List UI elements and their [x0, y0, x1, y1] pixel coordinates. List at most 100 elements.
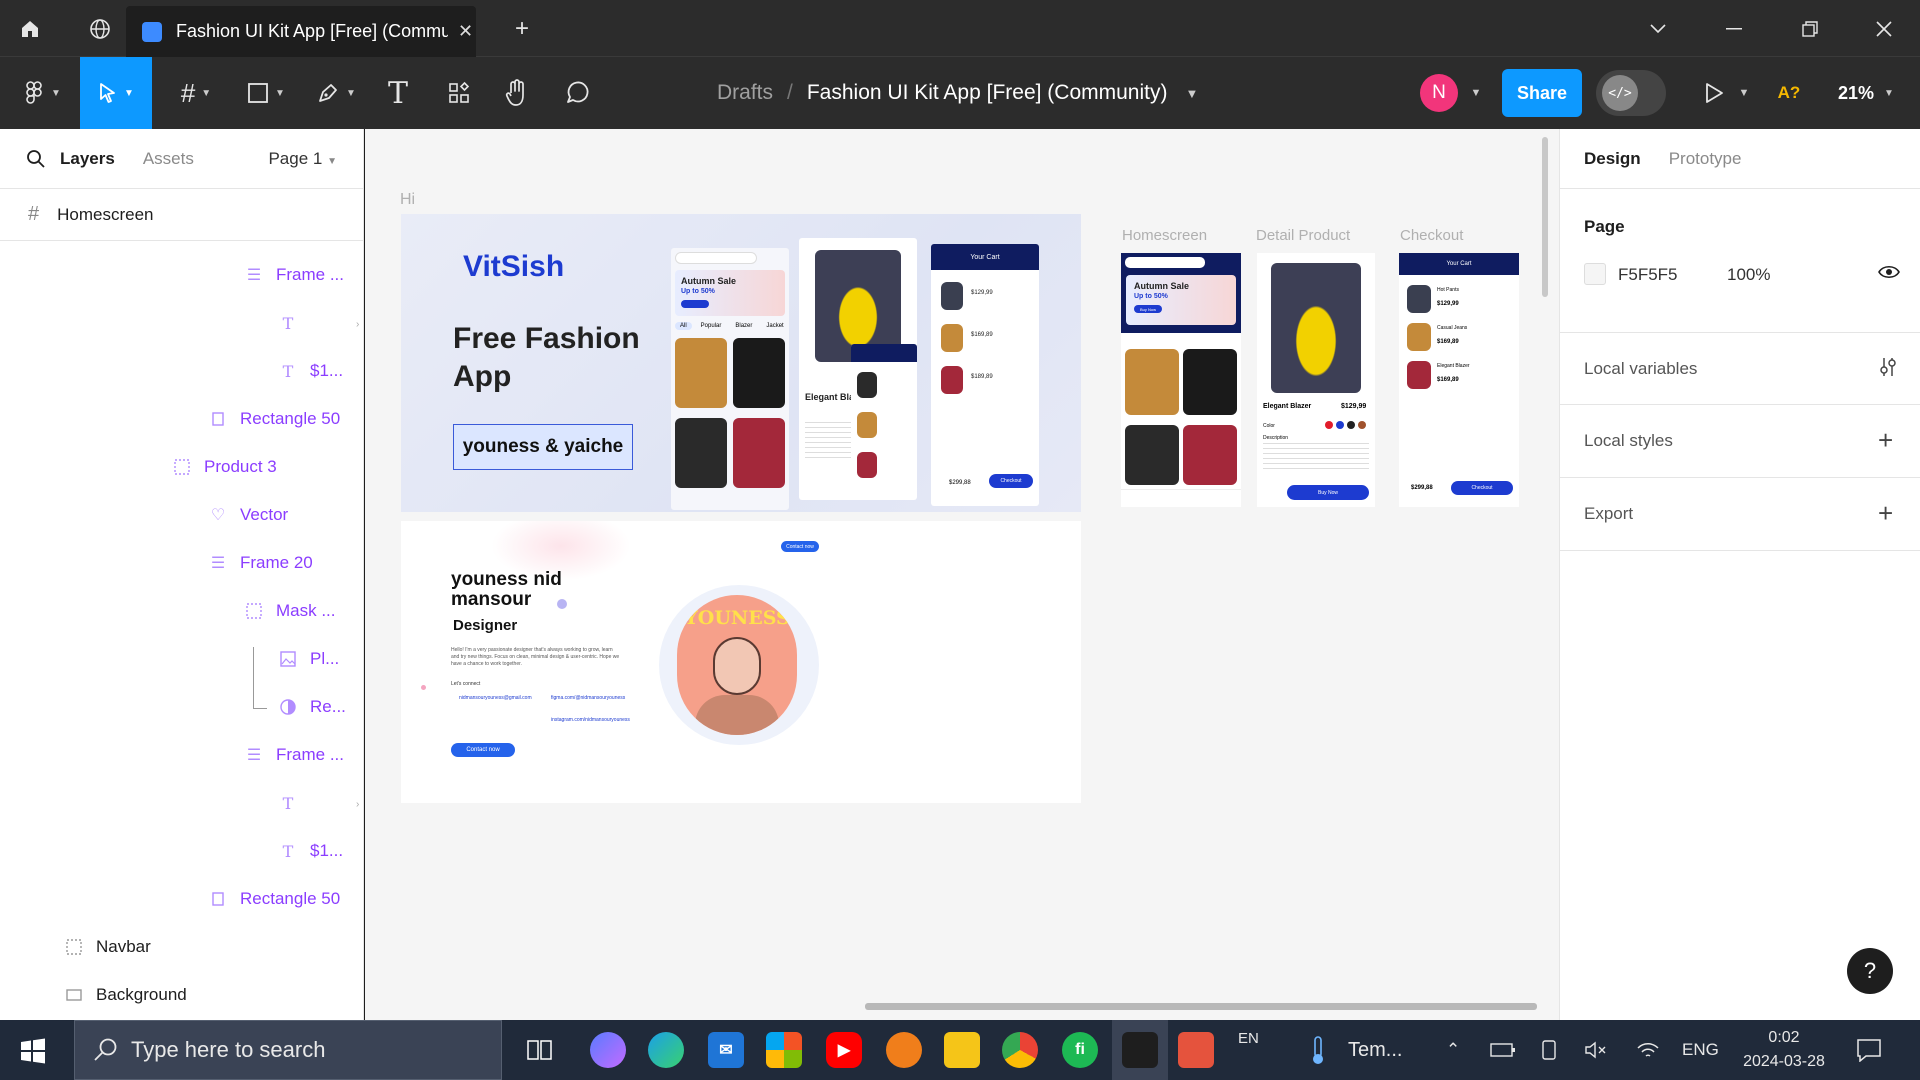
frame-label-hi[interactable]: Hi	[400, 191, 415, 209]
resources-button[interactable]	[440, 57, 478, 129]
volume-muted-icon[interactable]	[1584, 1020, 1608, 1080]
language-indicator[interactable]: ENG	[1682, 1020, 1719, 1080]
layer-row[interactable]: T $1...	[280, 347, 343, 395]
comment-tool-button[interactable]	[558, 57, 596, 129]
mail-icon[interactable]: ✉	[708, 1032, 744, 1068]
figma-taskbar-active[interactable]	[1112, 1020, 1168, 1080]
layer-row[interactable]: ☰ Frame 20	[210, 539, 313, 587]
canvas-horizontal-scrollbar[interactable]	[865, 1003, 1537, 1010]
layer-row[interactable]: Rectangle 50	[210, 875, 340, 923]
layer-row[interactable]: Product 3	[174, 443, 277, 491]
close-tab-icon[interactable]: ✕	[458, 21, 473, 42]
shape-tool-button[interactable]: ▼	[238, 57, 294, 129]
globe-icon[interactable]	[72, 0, 128, 57]
expand-arrow-icon[interactable]: ›	[356, 799, 359, 810]
new-tab-button[interactable]: +	[500, 0, 544, 57]
frame-label-detail[interactable]: Detail Product	[1256, 227, 1350, 244]
weather-widget[interactable]: Tem...	[1348, 1020, 1402, 1080]
search-icon[interactable]	[26, 149, 46, 169]
wifi-icon[interactable]	[1636, 1020, 1660, 1080]
eye-icon[interactable]	[1878, 263, 1900, 286]
move-tool-button[interactable]: ▼	[80, 57, 152, 129]
dev-mode-toggle[interactable]: </>	[1596, 70, 1666, 116]
youtube-icon[interactable]: ▶	[826, 1032, 862, 1068]
export-section[interactable]: Export +	[1560, 478, 1920, 551]
app-f-icon[interactable]: fi	[1062, 1032, 1098, 1068]
pen-tool-button[interactable]: ▼	[308, 57, 364, 129]
chrome-icon[interactable]	[1002, 1032, 1038, 1068]
plus-icon[interactable]: +	[1878, 498, 1893, 529]
bg-color-swatch[interactable]	[1584, 263, 1606, 285]
detail-frame[interactable]: Elegant Blazer $129,99 Color Description…	[1257, 253, 1375, 507]
vpn-app-icon[interactable]	[886, 1032, 922, 1068]
tab-assets[interactable]: Assets	[143, 149, 194, 169]
present-chevron-icon[interactable]: ▼	[1734, 57, 1754, 129]
expand-arrow-icon[interactable]: ›	[356, 319, 359, 330]
zoom-control[interactable]: 21% ▼	[1838, 57, 1894, 129]
checkout-frame[interactable]: Your Cart Hot Pants $129,99 Casual Jeans…	[1399, 253, 1519, 507]
tab-prototype[interactable]: Prototype	[1669, 149, 1742, 169]
restore-icon[interactable]	[1782, 0, 1838, 57]
snipping-tool-icon[interactable]	[1178, 1032, 1214, 1068]
device-icon[interactable]	[1540, 1020, 1558, 1080]
file-name[interactable]: Fashion UI Kit App [Free] (Community)	[807, 81, 1168, 105]
layer-row[interactable]: T $1...	[280, 827, 343, 875]
layer-row[interactable]: Rectangle 50	[210, 395, 340, 443]
ime-indicator[interactable]: EN	[1238, 1008, 1259, 1068]
sliders-icon[interactable]	[1876, 355, 1900, 384]
layer-row[interactable]: Pl...	[280, 635, 339, 683]
file-explorer-icon[interactable]	[944, 1032, 980, 1068]
main-menu-button[interactable]: ▼	[20, 57, 66, 129]
present-button[interactable]	[1696, 57, 1732, 129]
local-variables-section[interactable]: Local variables	[1560, 333, 1920, 405]
frame-label-homescreen[interactable]: Homescreen	[1122, 227, 1207, 244]
chevron-down-icon[interactable]	[1630, 0, 1686, 57]
store-icon[interactable]	[766, 1032, 802, 1068]
layer-row[interactable]: ♡ Vector	[210, 491, 288, 539]
design-canvas[interactable]: Hi VitSish Free Fashion App youness & ya…	[365, 129, 1559, 1020]
plus-icon[interactable]: +	[1878, 425, 1893, 456]
layer-row[interactable]: Mask ...	[246, 587, 336, 635]
breadcrumb-drafts[interactable]: Drafts	[717, 81, 773, 105]
chevron-down-icon[interactable]: ▼	[1185, 86, 1198, 101]
tab-layers[interactable]: Layers	[60, 149, 115, 169]
local-styles-section[interactable]: Local styles +	[1560, 405, 1920, 478]
home-icon[interactable]	[0, 0, 60, 57]
hand-tool-button[interactable]	[498, 57, 536, 129]
avatar[interactable]: N	[1420, 74, 1458, 112]
homescreen-frame[interactable]: Autumn Sale Up to 50% Buy Now	[1121, 253, 1241, 507]
page-item-homescreen[interactable]: # Homescreen	[0, 189, 363, 241]
clock[interactable]: 0:02 2024-03-28	[1734, 1026, 1834, 1074]
text-tool-button[interactable]: T	[380, 57, 416, 129]
profile-frame[interactable]: Contact now youness nid mansour Designer…	[401, 521, 1081, 803]
share-button[interactable]: Share	[1502, 69, 1582, 117]
layer-row[interactable]: ☰ Frame ...	[246, 251, 344, 299]
task-view-icon[interactable]	[522, 1032, 558, 1068]
multiplayer-chevron-icon[interactable]: ▼	[1466, 57, 1486, 129]
missing-fonts-button[interactable]: A?	[1772, 57, 1806, 129]
page-selector[interactable]: Page 1 ▼	[268, 149, 337, 169]
windows-start-icon[interactable]	[20, 1038, 46, 1069]
frame-label-checkout[interactable]: Checkout	[1400, 227, 1463, 244]
layer-row[interactable]: T	[280, 779, 310, 827]
edge-icon[interactable]	[648, 1032, 684, 1068]
bg-color-hex[interactable]: F5F5F5	[1618, 265, 1678, 285]
close-window-icon[interactable]	[1856, 0, 1912, 57]
copilot-icon[interactable]	[590, 1032, 626, 1068]
minimize-icon[interactable]	[1706, 0, 1762, 57]
layer-row[interactable]: Re...	[280, 683, 346, 731]
frame-tool-button[interactable]: # ▼	[168, 57, 224, 129]
taskbar-search[interactable]: Type here to search	[74, 1020, 502, 1080]
battery-icon[interactable]	[1490, 1020, 1516, 1080]
tab-design[interactable]: Design	[1584, 149, 1641, 169]
bg-opacity[interactable]: 100%	[1727, 265, 1770, 285]
browser-tab-active[interactable]: Fashion UI Kit App [Free] (Community) ✕	[126, 6, 476, 57]
layer-row[interactable]: ☰ Frame ...	[246, 731, 344, 779]
help-button[interactable]: ?	[1847, 948, 1893, 994]
notification-icon[interactable]	[1856, 1020, 1882, 1080]
tray-overflow-icon[interactable]: ⌃	[1446, 1020, 1460, 1080]
canvas-vertical-scrollbar[interactable]	[1542, 137, 1548, 297]
thermometer-icon[interactable]	[1300, 1032, 1336, 1068]
layer-row[interactable]: Navbar	[66, 923, 151, 971]
cover-frame[interactable]: VitSish Free Fashion App youness & yaich…	[401, 214, 1081, 512]
